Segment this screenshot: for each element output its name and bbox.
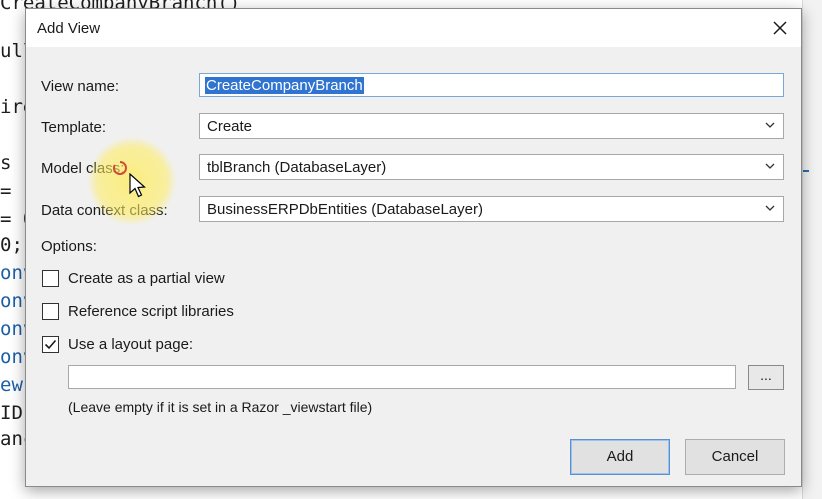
busy-spinner-icon	[113, 161, 127, 175]
mouse-pointer-icon	[129, 173, 146, 198]
browse-button[interactable]: ...	[748, 365, 784, 390]
view-name-value: CreateCompanyBranch	[205, 77, 364, 94]
checkmark-icon	[44, 339, 57, 349]
template-value: Create	[207, 118, 253, 135]
script-libraries-label: Reference script libraries	[68, 302, 234, 320]
scrollbar-marker	[803, 170, 809, 172]
template-select[interactable]: Create	[199, 113, 784, 139]
model-class-select[interactable]: tblBranch (DatabaseLayer)	[199, 154, 784, 180]
data-context-select[interactable]: BusinessERPDbEntities (DatabaseLayer)	[199, 196, 784, 222]
dialog-title: Add View	[37, 20, 101, 37]
cancel-button[interactable]: Cancel	[685, 439, 785, 475]
template-label: Template:	[41, 119, 107, 136]
data-context-value: BusinessERPDbEntities (DatabaseLayer)	[207, 201, 483, 218]
code-line: =	[0, 180, 12, 202]
chevron-down-icon	[765, 205, 775, 211]
layout-page-option[interactable]: Use a layout page:	[42, 334, 193, 354]
code-line: ID	[0, 402, 23, 424]
close-button[interactable]	[767, 15, 793, 41]
layout-page-input[interactable]	[68, 365, 736, 389]
layout-hint: (Leave empty if it is set in a Razor _vi…	[68, 399, 373, 415]
view-name-input[interactable]: CreateCompanyBranch	[199, 73, 784, 97]
chevron-down-icon	[765, 122, 775, 128]
chevron-down-icon	[765, 163, 775, 169]
partial-view-checkbox[interactable]	[42, 269, 59, 287]
add-view-dialog: Add View View name: CreateCompanyBranch …	[25, 8, 802, 487]
close-icon	[773, 21, 787, 35]
view-name-label: View name:	[41, 78, 120, 95]
script-libraries-checkbox[interactable]	[42, 302, 59, 320]
model-class-value: tblBranch (DatabaseLayer)	[207, 159, 387, 176]
code-line: 0;	[0, 234, 23, 256]
layout-page-label: Use a layout page:	[68, 335, 194, 353]
add-button[interactable]: Add	[570, 439, 670, 475]
partial-view-label: Create as a partial view	[68, 269, 225, 287]
dialog-titlebar: Add View	[26, 9, 801, 47]
partial-view-option[interactable]: Create as a partial view	[42, 268, 225, 288]
script-libraries-option[interactable]: Reference script libraries	[42, 301, 234, 321]
code-line: ew	[0, 374, 23, 396]
options-label: Options:	[41, 238, 97, 255]
layout-page-checkbox[interactable]	[42, 335, 59, 353]
editor-scrollbar[interactable]	[802, 0, 822, 499]
code-line: s	[0, 152, 12, 174]
